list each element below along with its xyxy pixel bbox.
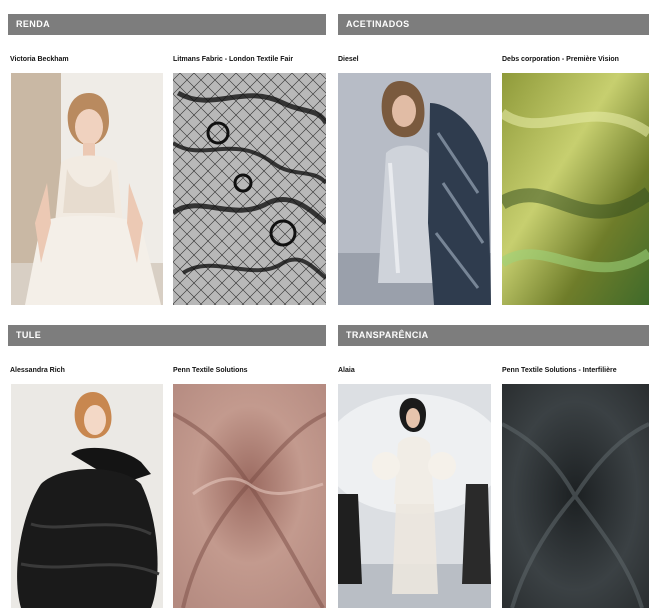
caption-victoria-beckham: Victoria Beckham (10, 56, 69, 63)
photo-model-ivory-lace-slip (11, 73, 163, 305)
section-header-renda: RENDA (8, 14, 326, 35)
photo-black-sheer-swatch (502, 384, 649, 608)
caption-alessandra-rich: Alessandra Rich (10, 367, 65, 374)
caption-debs-corporation: Debs corporation - Première Vision (502, 56, 619, 63)
photo-rose-tulle-swatch (173, 384, 326, 608)
photo-black-lace-swatch (173, 73, 326, 305)
caption-penn-textile-solutions: Penn Textile Solutions (173, 367, 248, 374)
photo-runway-sheer-white-look (338, 384, 491, 608)
caption-penn-textile-interfiliere: Penn Textile Solutions - Interfilière (502, 367, 617, 374)
photo-green-satin-swatch (502, 73, 649, 305)
section-header-tule: TULE (8, 325, 326, 346)
section-header-transparencia: TRANSPARÊNCIA (338, 325, 649, 346)
caption-diesel: Diesel (338, 56, 359, 63)
caption-litmans-fabric: Litmans Fabric - London Textile Fair (173, 56, 294, 63)
photo-model-black-tulle-dress (11, 384, 163, 608)
photo-model-silver-satin-slip (338, 73, 491, 305)
caption-alaia: Alaia (338, 367, 355, 374)
section-header-acetinados: ACETINADOS (338, 14, 649, 35)
